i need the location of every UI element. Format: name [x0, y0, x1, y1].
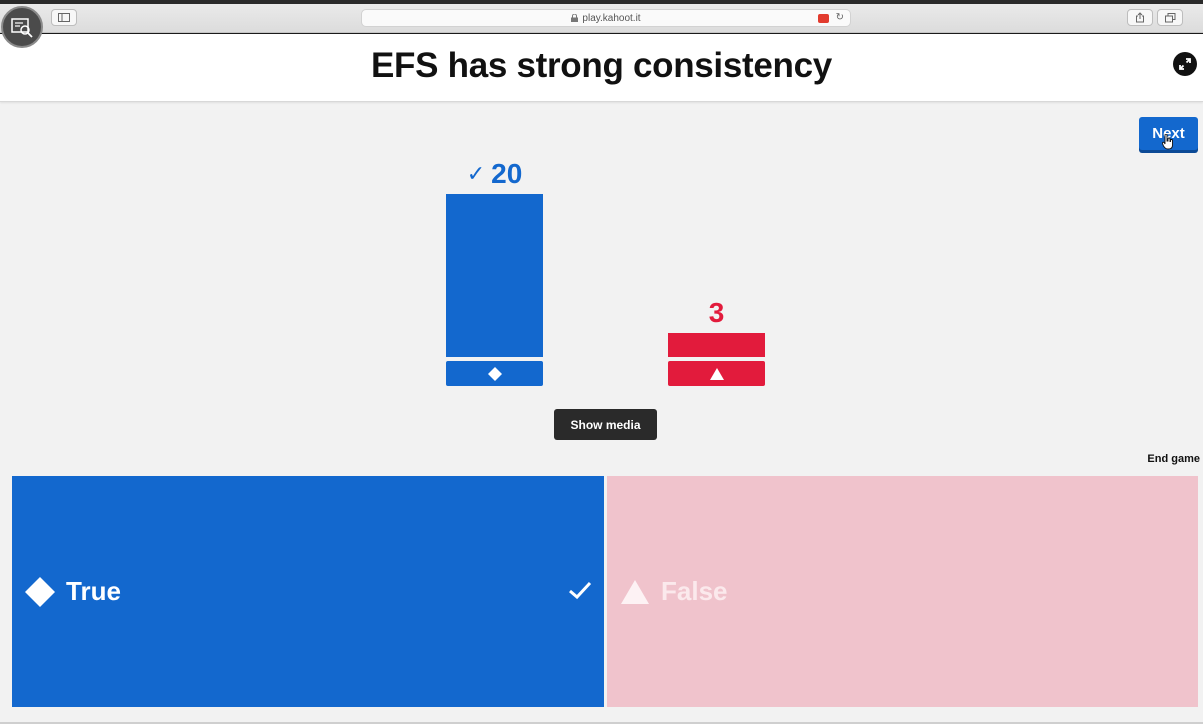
- show-media-button[interactable]: Show media: [554, 409, 657, 440]
- hand-cursor-icon: [1162, 134, 1173, 150]
- window-edge: [0, 0, 1203, 4]
- false-result-bar: [668, 333, 765, 357]
- false-count-label: 3: [668, 297, 765, 329]
- browser-toolbar: play.kahoot.it ↻: [0, 0, 1203, 33]
- screen-recorder-icon[interactable]: [1, 6, 43, 48]
- address-bar[interactable]: play.kahoot.it ↻: [361, 9, 851, 27]
- false-count-value: 3: [708, 297, 725, 328]
- true-result-bar: [446, 194, 543, 357]
- kahoot-page: EFS has strong consistency Next ✓ 20 3 S…: [0, 34, 1203, 724]
- extension-icon[interactable]: [817, 13, 829, 23]
- end-game-link[interactable]: End game: [1140, 453, 1200, 465]
- sidebar-toggle-button[interactable]: [51, 9, 77, 26]
- answer-false: False: [607, 476, 1198, 707]
- diamond-icon: [25, 576, 55, 607]
- share-icon: [1136, 12, 1144, 23]
- true-count-value: 20: [491, 158, 523, 189]
- correct-check-icon: ✓: [466, 161, 486, 186]
- share-button[interactable]: [1127, 9, 1153, 26]
- fullscreen-icon[interactable]: [1173, 52, 1197, 76]
- tabs-icon: [1164, 12, 1175, 22]
- url-text: play.kahoot.it: [582, 12, 641, 24]
- answer-false-label: False: [661, 576, 728, 606]
- reload-icon[interactable]: ↻: [836, 12, 844, 24]
- triangle-icon: [709, 367, 724, 380]
- true-count-label: ✓ 20: [446, 158, 543, 190]
- tabs-overview-button[interactable]: [1157, 9, 1183, 26]
- lock-icon: [571, 13, 579, 22]
- answer-true-label: True: [66, 576, 121, 606]
- answer-true: True: [12, 476, 604, 707]
- question-header: EFS has strong consistency: [0, 34, 1203, 102]
- check-icon: [569, 581, 592, 600]
- diamond-icon: [487, 366, 502, 381]
- sidebar-icon: [58, 13, 70, 22]
- triangle-icon: [621, 579, 649, 604]
- question-title: EFS has strong consistency: [371, 46, 832, 85]
- false-shape-cell: [668, 361, 765, 386]
- true-shape-cell: [446, 361, 543, 386]
